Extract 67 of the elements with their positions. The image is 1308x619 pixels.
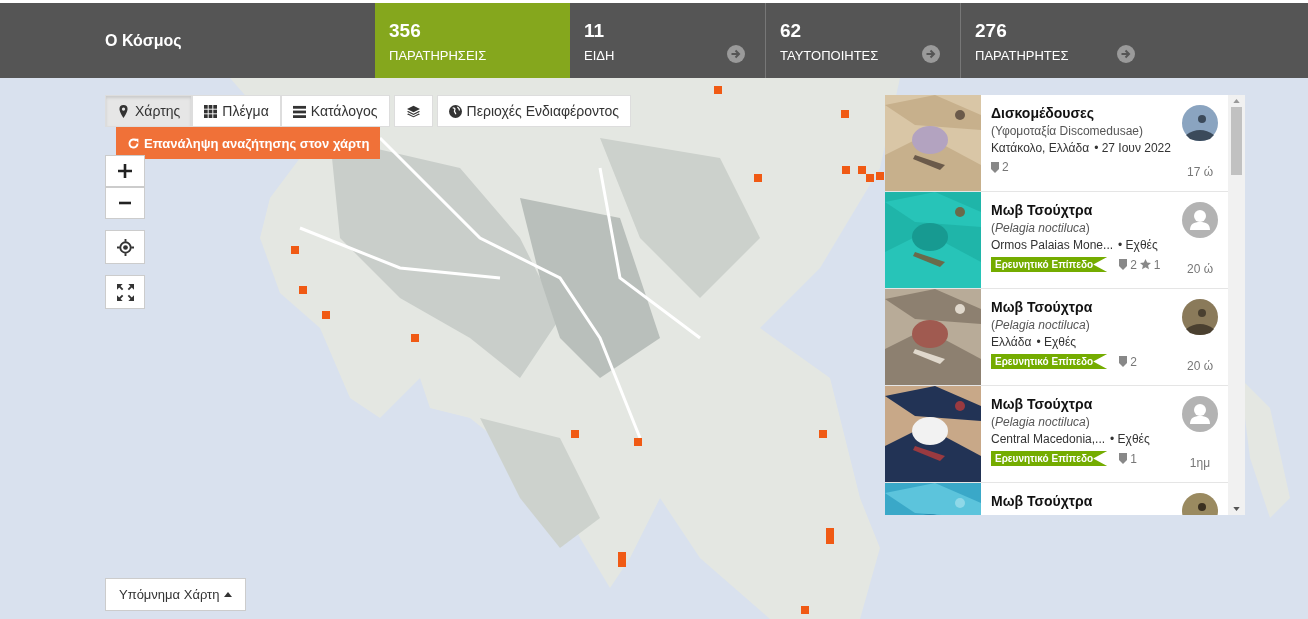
observation-title[interactable]: Μωβ Τσούχτρα [991, 493, 1172, 509]
taxon-name: (Pelagia noctiluca) [991, 318, 1091, 332]
id-count: 2 [1130, 257, 1137, 272]
default-avatar-icon[interactable] [1182, 396, 1218, 432]
stat-tab[interactable]: 11 ΕΙΔΗ [570, 3, 765, 78]
quality-badge: Ερευνητικό Επίπεδο [991, 451, 1108, 466]
place-name: Κατάκολο, Ελλάδα [991, 141, 1090, 155]
shield-icon [1119, 453, 1128, 464]
taxon-name: (Pelagia noctiluca) [991, 415, 1091, 429]
avatar[interactable] [1182, 299, 1218, 335]
stat-count: 276 [975, 20, 1007, 42]
stat-count: 11 [584, 20, 605, 42]
taxon-name: (Pelagia noctiluca) [991, 221, 1091, 235]
stat-label: ΤΑΥΤΟΠΟΙΗΤΕΣ [780, 48, 879, 63]
time-ago: 20 ώ [1186, 359, 1214, 373]
observation-title[interactable]: Μωβ Τσούχτρα [991, 202, 1172, 218]
crosshair-icon [116, 238, 134, 256]
plus-icon [118, 164, 132, 178]
observation-card[interactable]: Μωβ Τσούχτρα (Pelagia noctiluca) Ormos Palaias Mone... • Εχθές Ερευνητικό Επίπεδο 2 1 20 ώ [885, 192, 1228, 289]
time-ago: 20 ώ [1186, 262, 1214, 276]
page-title: Ο Κόσμος [104, 31, 183, 50]
refresh-icon [127, 136, 140, 150]
id-count: 2 [1130, 354, 1137, 369]
id-count: 1 [1130, 451, 1137, 466]
stat-label: ΕΙΔΗ [584, 48, 615, 63]
quality-badge: Ερευνητικό Επίπεδο [991, 354, 1108, 369]
observed-date: • Εχθές [1110, 432, 1150, 446]
fullscreen-button[interactable] [105, 275, 145, 309]
place-name: Central Macedonia,... [991, 432, 1106, 446]
expand-icon [116, 283, 134, 301]
taxon-name: (Υφομοταξία Discomedusae) [991, 124, 1144, 138]
legend-button[interactable]: Υπόμνημα Χάρτη [105, 578, 247, 611]
scrollbar[interactable] [1228, 95, 1245, 515]
time-ago: 1ημ [1189, 456, 1211, 470]
shield-icon [1119, 356, 1128, 367]
id-count: 2 [1002, 160, 1009, 174]
star-icon [1139, 259, 1151, 270]
observation-card[interactable]: Μωβ Τσούχτρα (Pelagia noctiluca) Ελλάδα • Εχθές Ερευνητικό Επίπεδο 2 20 ώ [885, 289, 1228, 386]
stat-count: 356 [389, 20, 421, 42]
minus-icon [119, 201, 131, 205]
observation-card[interactable]: Δισκομέδουσες (Υφομοταξία Discomedusae) Κατάκολο, Ελλάδα • 27 Ιουν 2022 2 17 ώ [885, 95, 1228, 192]
zoom-in-button[interactable] [105, 155, 145, 187]
shield-icon [991, 161, 999, 173]
observed-date: • 27 Ιουν 2022 [1094, 141, 1171, 155]
shield-icon [1119, 259, 1128, 270]
place-name: Ormos Palaias Mone... [991, 238, 1114, 252]
stat-count: 62 [780, 20, 802, 42]
scroll-up-icon[interactable] [1233, 99, 1240, 103]
scroll-down-icon[interactable] [1233, 507, 1240, 511]
observation-title[interactable]: Δισκομέδουσες [991, 105, 1172, 121]
scrollbar-thumb[interactable] [1231, 107, 1242, 175]
fave-count: 1 [1153, 257, 1161, 272]
map-pin-icon [117, 104, 130, 118]
quality-badge: Ερευνητικό Επίπεδο [991, 257, 1108, 272]
view-tab[interactable]: Χάρτης [105, 95, 193, 127]
observation-title[interactable]: Μωβ Τσούχτρα [991, 299, 1172, 315]
observed-date: • Εχθές [1036, 335, 1077, 349]
locate-button[interactable] [105, 230, 145, 264]
avatar[interactable] [1182, 105, 1218, 141]
stat-label: ΠΑΡΑΤΗΡΗΣΕΙΣ [389, 48, 487, 63]
observation-title[interactable]: Μωβ Τσούχτρα [991, 396, 1172, 412]
time-ago: 17 ώ [1186, 165, 1214, 179]
default-avatar-icon[interactable] [1182, 202, 1218, 238]
place-name: Ελλάδα [991, 335, 1032, 349]
grid-icon [204, 104, 218, 118]
observed-date: • Εχθές [1118, 238, 1158, 252]
stat-label: ΠΑΡΑΤΗΡΗΤΕΣ [975, 48, 1069, 63]
